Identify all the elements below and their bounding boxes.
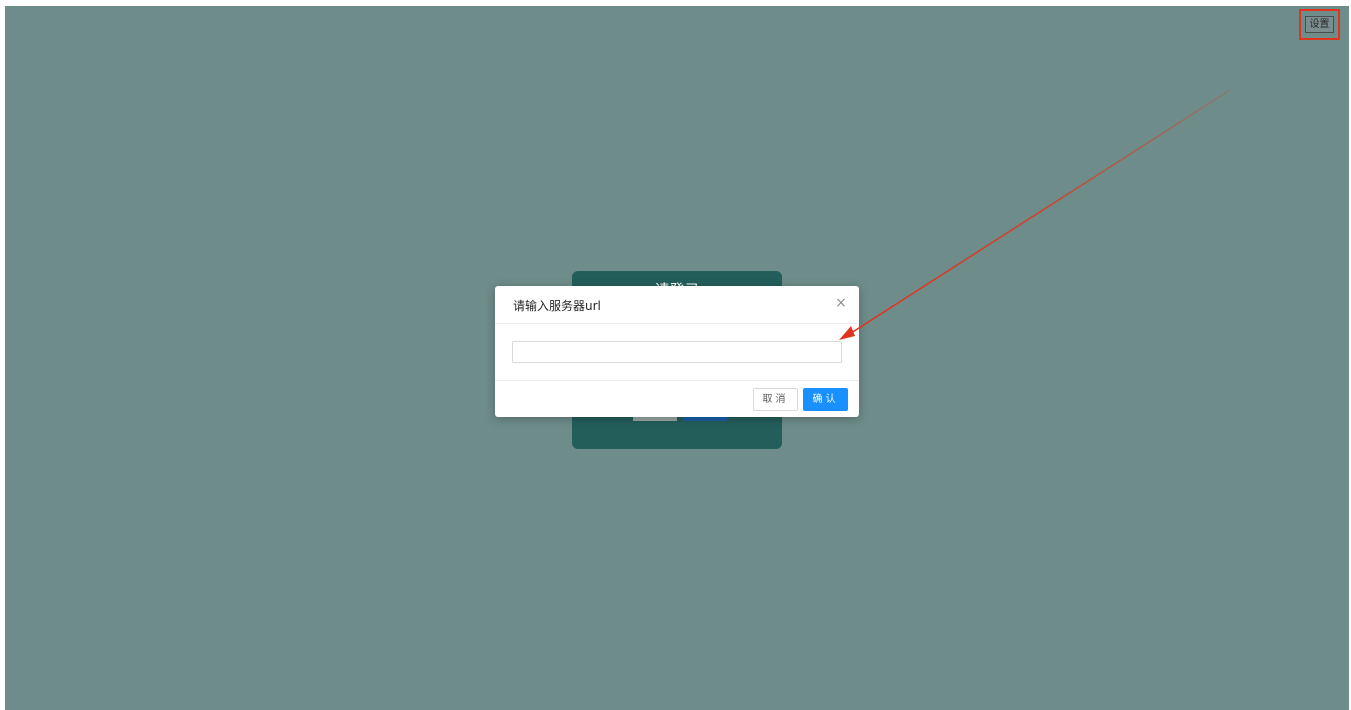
- cancel-button[interactable]: 取消: [753, 388, 798, 411]
- confirm-button[interactable]: 确认: [803, 388, 848, 411]
- modal-footer: 取消 确认: [495, 380, 859, 417]
- modal-header: 请输入服务器url ×: [495, 286, 859, 324]
- settings-highlight-box: 设置: [1299, 9, 1340, 40]
- app-backdrop: 设置 请登录 请输入服务器url × 取消 确认: [5, 6, 1349, 710]
- close-icon[interactable]: ×: [833, 295, 849, 311]
- server-url-input[interactable]: [512, 341, 842, 363]
- modal-title: 请输入服务器url: [513, 299, 601, 313]
- modal-body: [495, 324, 859, 380]
- settings-button[interactable]: 设置: [1305, 16, 1334, 33]
- server-url-modal: 请输入服务器url × 取消 确认: [495, 286, 859, 417]
